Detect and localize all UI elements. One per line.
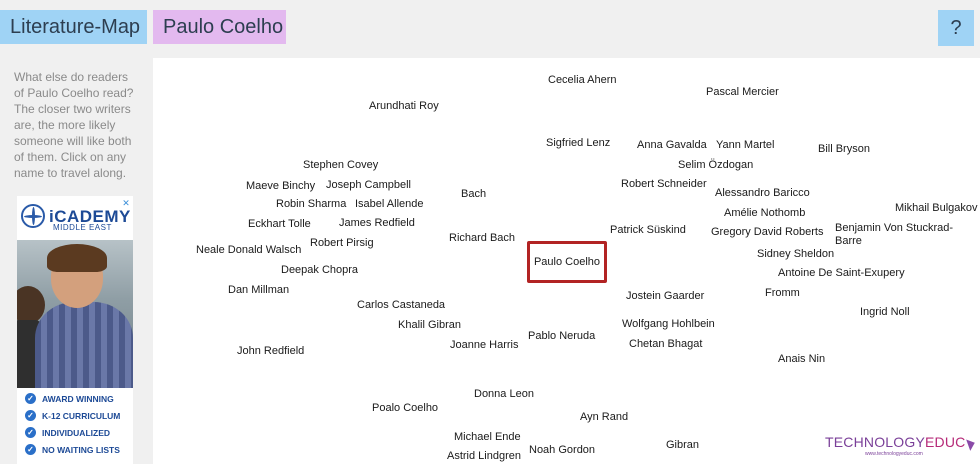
author-link[interactable]: Robert Schneider (621, 178, 707, 191)
author-link[interactable]: Maeve Binchy (246, 180, 315, 193)
author-link[interactable]: Cecelia Ahern (548, 74, 617, 87)
author-link[interactable]: Pascal Mercier (706, 86, 779, 99)
watermark-highlight: EDUC (925, 434, 966, 450)
help-button[interactable]: ? (938, 10, 974, 46)
advertisement[interactable]: ✕ iCADEMY MIDDLE EAST ✓ AWARD WINNING ✓ K-… (17, 196, 133, 464)
author-link[interactable]: Anna Gavalda (637, 139, 707, 152)
author-link[interactable]: Stephen Covey (303, 159, 378, 172)
ad-brand-name: iCADEMY (49, 206, 131, 226)
author-link[interactable]: Bill Bryson (818, 143, 870, 156)
author-link[interactable]: Astrid Lindgren (447, 450, 521, 463)
ad-feature: ✓ NO WAITING LISTS (17, 441, 133, 458)
author-link[interactable]: Fromm (765, 287, 800, 300)
author-link[interactable]: Amélie Nothomb (724, 207, 805, 220)
author-link[interactable]: Isabel Allende (355, 198, 424, 211)
author-link[interactable]: Donna Leon (474, 388, 534, 401)
author-link[interactable]: Robin Sharma (276, 198, 346, 211)
author-link[interactable]: Arundhati Roy (369, 100, 439, 113)
sidebar: What else do readers of Paulo Coelho rea… (0, 58, 147, 464)
author-link[interactable]: Yann Martel (716, 139, 775, 152)
author-link[interactable]: John Redfield (237, 345, 304, 358)
author-link[interactable]: Selim Özdogan (678, 159, 753, 172)
author-link[interactable]: Noah Gordon (529, 444, 595, 457)
ad-feature: ✓ INDIVIDUALIZED (17, 424, 133, 441)
ad-feature: ✓ K-12 CURRICULUM (17, 407, 133, 424)
author-link[interactable]: Joseph Campbell (326, 179, 411, 192)
sidebar-description: What else do readers of Paulo Coelho rea… (14, 70, 134, 180)
author-link[interactable]: Neale Donald Walsch (196, 244, 301, 257)
author-link[interactable]: Eckhart Tolle (248, 218, 311, 231)
author-link[interactable]: Sigfried Lenz (546, 137, 610, 150)
author-link[interactable]: Ingrid Noll (860, 306, 910, 319)
check-icon: ✓ (25, 444, 36, 455)
author-link[interactable]: Dan Millman (228, 284, 289, 297)
author-link[interactable]: Gibran (666, 439, 699, 452)
watermark-logo: TECHNOLOGYEDUC www.technologyeduc.com (825, 434, 977, 457)
author-link[interactable]: Robert Pirsig (310, 237, 374, 250)
author-link[interactable]: Joanne Harris (450, 339, 518, 352)
author-link[interactable]: Pablo Neruda (528, 330, 595, 343)
author-link[interactable]: Khalil Gibran (398, 319, 461, 332)
author-link[interactable]: Anais Nin (778, 353, 825, 366)
author-link[interactable]: Gregory David Roberts (711, 226, 824, 239)
check-icon: ✓ (25, 410, 36, 421)
author-link[interactable]: Wolfgang Hohlbein (622, 318, 715, 331)
author-link[interactable]: Jostein Gaarder (626, 290, 704, 303)
center-author-label: Paulo Coelho (533, 256, 601, 268)
current-author-text: Paulo Coelho (163, 15, 284, 38)
author-link[interactable]: Poalo Coelho (372, 402, 438, 415)
ad-photo (17, 240, 133, 388)
author-link[interactable]: Alessandro Baricco (715, 187, 810, 200)
author-link[interactable]: Deepak Chopra (281, 264, 358, 277)
author-link[interactable]: Sidney Sheldon (757, 248, 834, 261)
author-link[interactable]: Ayn Rand (580, 411, 628, 424)
check-icon: ✓ (25, 427, 36, 438)
author-link[interactable]: Patrick Süskind (610, 224, 686, 237)
author-link[interactable]: James Redfield (339, 217, 415, 230)
author-link[interactable]: Benjamin Von Stuckrad-Barre (835, 222, 970, 248)
globe-icon (21, 204, 45, 228)
help-icon: ? (950, 16, 962, 39)
author-link[interactable]: Carlos Castaneda (357, 299, 445, 312)
watermark-sub: www.technologyeduc.com (865, 451, 923, 457)
ad-feature-list: ✓ AWARD WINNING ✓ K-12 CURRICULUM ✓ INDIVID… (17, 390, 133, 458)
ad-brand-sub: MIDDLE EAST (53, 223, 112, 232)
ad-feature: ✓ AWARD WINNING (17, 390, 133, 407)
author-link[interactable]: Antoine De Saint-Exupery (778, 267, 905, 280)
author-link[interactable]: Chetan Bhagat (629, 338, 702, 351)
site-logo-button[interactable]: Literature-Map (0, 10, 147, 44)
current-author-label[interactable]: Paulo Coelho (153, 10, 286, 44)
author-link[interactable]: Michael Ende (454, 431, 521, 444)
watermark-text: TECHNOLOGY (825, 434, 926, 450)
author-link[interactable]: Bach (461, 188, 486, 201)
author-link[interactable]: Mikhail Bulgakov (895, 202, 978, 215)
author-link[interactable]: Richard Bach (449, 232, 515, 245)
site-title: Literature-Map (10, 15, 141, 38)
check-icon: ✓ (25, 393, 36, 404)
center-author[interactable]: Paulo Coelho (527, 241, 607, 283)
